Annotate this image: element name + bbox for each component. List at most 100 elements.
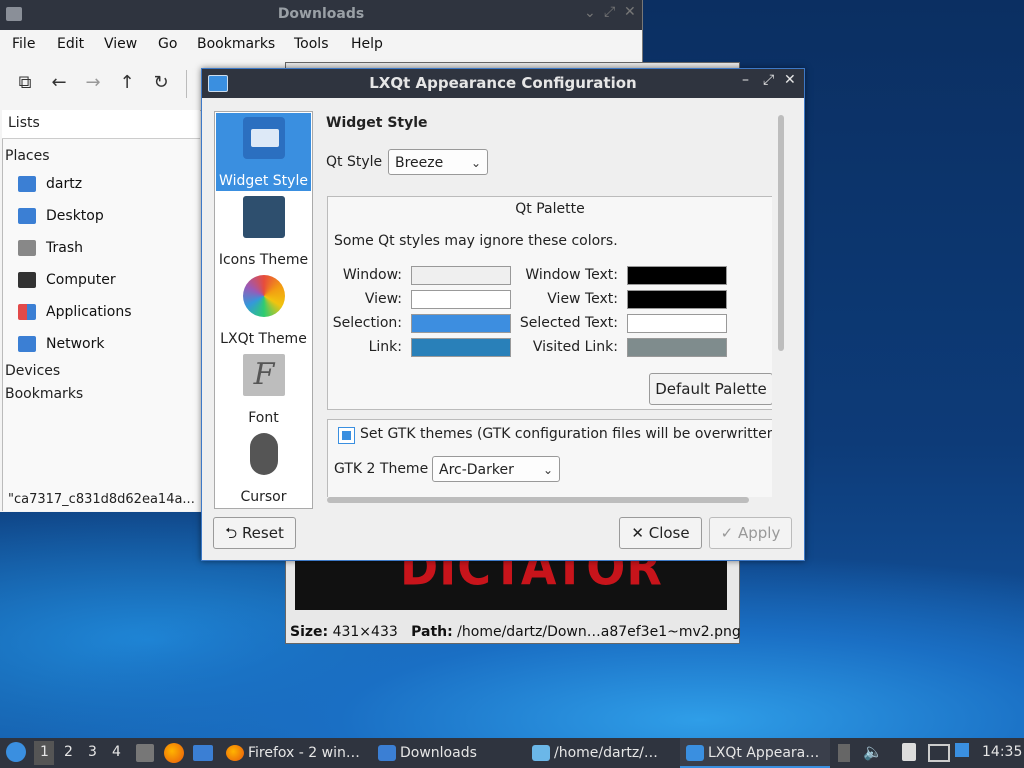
menu-view[interactable]: View [104,36,137,52]
check-icon: ✓ [720,524,738,542]
menu-tools[interactable]: Tools [294,36,329,52]
palette-note: Some Qt styles may ignore these colors. [334,233,618,249]
place-applications[interactable]: Applications [18,304,132,320]
desktop-2[interactable]: 2 [64,744,73,760]
network-icon [18,336,36,352]
category-widget-style[interactable]: Widget Style [216,113,311,191]
start-menu-icon[interactable] [6,742,26,762]
task-firefox[interactable]: Firefox - 2 win… [226,738,360,768]
place-computer[interactable]: Computer [18,272,116,288]
devices-header[interactable]: Devices [5,363,60,379]
view-color-swatch[interactable] [411,290,511,309]
place-desktop[interactable]: Desktop [18,208,104,224]
place-label: Applications [46,304,132,320]
network-monitor-icon[interactable] [928,744,950,762]
window-color-swatch[interactable] [411,266,511,285]
toolbar-separator [186,70,187,98]
visited-link-color-swatch[interactable] [627,338,727,357]
tray-menu-icon[interactable] [838,744,850,762]
menu-edit[interactable]: Edit [57,36,84,52]
update-notifier-icon[interactable] [955,743,969,757]
task-lxqt-appearance[interactable]: LXQt Appeara… [680,738,830,768]
places-header[interactable]: Places [5,148,50,164]
place-label: dartz [46,176,83,192]
widget-style-icon [243,117,285,159]
selected-text-color-label: Selected Text: [519,315,618,331]
menu-file[interactable]: File [12,36,35,52]
file-manager-titlebar[interactable]: Downloads ⌄ ⤢ ✕ [0,0,642,30]
status-bar-text: "ca7317_c831d8d62ea14a... [8,492,195,507]
file-manager-launcher-icon[interactable] [136,744,154,762]
minimize-icon[interactable]: – [742,72,749,88]
minimize-icon[interactable]: ⌄ [584,5,596,21]
desktop-3[interactable]: 3 [88,744,97,760]
category-list: Widget Style Icons Theme LXQt Theme F Fo… [214,111,313,509]
category-label: Icons Theme [218,252,309,268]
volume-icon[interactable]: 🔈 [863,742,883,761]
menubar: File Edit View Go Bookmarks Tools Help [0,30,642,60]
category-cursor[interactable]: Cursor [216,429,311,507]
selection-color-swatch[interactable] [411,314,511,333]
place-network[interactable]: Network [18,336,104,352]
side-pane-mode-selector[interactable]: Lists [2,110,200,139]
taskbar: 1 2 3 4 Firefox - 2 win… Downloads /home… [0,738,1024,768]
up-icon[interactable]: ↑ [114,72,140,98]
clock[interactable]: 14:35 [982,744,1022,760]
desktop-1[interactable]: 1 [40,744,49,760]
window-text-color-swatch[interactable] [627,266,727,285]
selection-color-label: Selection: [332,315,402,331]
default-palette-button[interactable]: Default Palette [649,373,772,405]
qt-style-dropdown[interactable]: Breeze ⌄ [388,149,488,175]
vertical-scrollbar[interactable] [778,115,784,351]
link-color-swatch[interactable] [411,338,511,357]
apply-button[interactable]: ✓ Apply [709,517,792,549]
place-trash[interactable]: Trash [18,240,83,256]
maximize-icon[interactable]: ⤢ [763,72,774,88]
horizontal-scrollbar[interactable] [327,497,749,503]
maximize-icon[interactable]: ⤢ [604,4,615,20]
image-info-bar: Size: 431×433 Path: /home/dartz/Down…a87… [290,624,741,640]
category-label: Cursor [240,489,287,505]
reset-button[interactable]: ⮌ Reset [213,517,296,549]
category-icons-theme[interactable]: Icons Theme [216,192,311,270]
desktop-4[interactable]: 4 [112,744,121,760]
new-window-icon[interactable]: ⧉ [12,72,38,98]
task-image-viewer[interactable]: /home/dartz/… [532,738,658,768]
category-lxqt-theme[interactable]: LXQt Theme [216,271,311,349]
dialog-titlebar[interactable]: LXQt Appearance Configuration – ⤢ ✕ [202,69,804,98]
link-color-label: Link: [368,339,402,355]
place-dartz[interactable]: dartz [18,176,82,192]
window-title: Downloads [277,6,365,22]
place-label: Network [46,336,105,352]
bookmarks-header[interactable]: Bookmarks [5,386,83,402]
view-text-color-swatch[interactable] [627,290,727,309]
gtk-checkbox-label[interactable]: Set GTK themes (GTK configuration files … [360,426,772,442]
category-label: Widget Style [219,173,308,189]
size-value: 431×433 [332,624,398,640]
gtk2-theme-dropdown[interactable]: Arc-Darker ⌄ [432,456,560,482]
firefox-launcher-icon[interactable] [164,743,184,763]
reload-icon[interactable]: ↻ [148,72,174,98]
visited-link-color-label: Visited Link: [532,339,618,355]
close-button[interactable]: ✕ Close [619,517,702,549]
menu-bookmarks[interactable]: Bookmarks [197,36,275,52]
applications-icon [18,304,36,320]
image-viewer-icon [532,745,550,761]
menu-go[interactable]: Go [158,36,177,52]
icons-theme-icon [243,196,285,238]
gtk-checkbox[interactable] [338,427,355,444]
back-icon[interactable]: ← [46,72,72,98]
task-downloads[interactable]: Downloads [378,738,477,768]
folder-icon [378,745,396,761]
qt-style-label: Qt Style [326,154,383,170]
selected-text-color-swatch[interactable] [627,314,727,333]
close-icon[interactable]: ✕ [624,4,636,20]
menu-help[interactable]: Help [351,36,383,52]
gtk2-theme-value: Arc-Darker [439,462,514,478]
close-icon[interactable]: ✕ [784,72,796,88]
category-font[interactable]: F Font [216,350,311,428]
place-label: Desktop [46,208,104,224]
show-desktop-icon[interactable] [193,745,213,761]
forward-icon[interactable]: → [80,72,106,98]
clipboard-icon[interactable] [902,743,916,761]
